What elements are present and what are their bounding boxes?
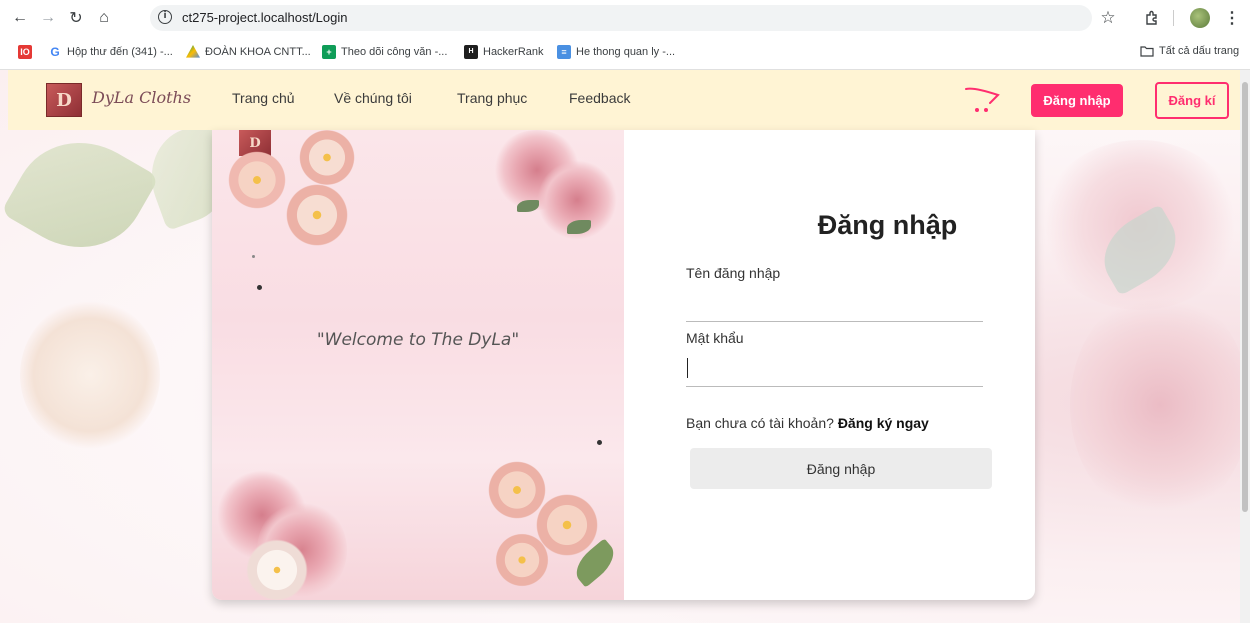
bookmarks-bar: IO G Hộp thư đến (341) -... ĐOÀN KHOA CNT… <box>0 36 1250 70</box>
paint-dot <box>597 440 602 445</box>
bookmark-apps-icon[interactable]: IO <box>18 45 32 59</box>
browser-toolbar: ← → ↻ ⌂ i ct275-project.localhost/Login … <box>0 0 1250 36</box>
signup-link[interactable]: Đăng ký ngay <box>838 415 929 431</box>
google-icon: G <box>48 45 62 59</box>
welcome-panel: D "Welcome to The DyLa" <box>212 130 624 600</box>
site-info-icon[interactable]: i <box>158 10 172 24</box>
nav-link-feedback[interactable]: Feedback <box>569 90 630 106</box>
flower-illustration <box>492 530 552 590</box>
bookmark-drive[interactable]: ĐOÀN KHOA CNTT... <box>186 45 311 59</box>
leaf-illustration <box>517 200 539 212</box>
hackerrank-icon: H <box>464 45 478 59</box>
login-card: D "Welcome to The DyLa" Đăng nhập Tên đă… <box>212 130 1035 600</box>
text-caret <box>687 358 688 378</box>
flower-illustration <box>282 180 352 250</box>
drive-icon <box>186 45 200 58</box>
page-viewport: D DyLa Cloths Trang chủ Về chúng tôi Tra… <box>0 70 1240 623</box>
profile-avatar[interactable] <box>1188 6 1212 30</box>
paint-dot <box>252 255 255 258</box>
welcome-text: "Welcome to The DyLa" <box>316 330 520 350</box>
bookmark-sheets[interactable]: + Theo dõi công văn -... <box>322 45 447 59</box>
brand-script-logo[interactable]: DyLa Cloths <box>92 88 191 107</box>
nav-link-about[interactable]: Về chúng tôi <box>334 90 412 106</box>
nav-link-home[interactable]: Trang chủ <box>232 90 295 106</box>
username-input[interactable] <box>686 288 983 322</box>
site-navbar: D DyLa Cloths Trang chủ Về chúng tôi Tra… <box>8 70 1240 130</box>
back-icon[interactable]: ← <box>8 6 32 30</box>
url-text: ct275-project.localhost/Login <box>182 10 348 25</box>
home-icon[interactable]: ⌂ <box>92 6 116 30</box>
cart-icon[interactable] <box>964 85 1000 115</box>
bookmark-hackerrank[interactable]: H HackerRank <box>464 45 544 59</box>
login-form: Đăng nhập Tên đăng nhập Mật khẩu Bạn chư… <box>624 130 1035 600</box>
address-bar[interactable]: i ct275-project.localhost/Login <box>150 5 1092 31</box>
background-leaf <box>0 117 160 273</box>
scrollbar-thumb[interactable] <box>1242 82 1248 512</box>
background-flower <box>20 300 160 450</box>
password-input[interactable] <box>686 353 983 387</box>
background-flower <box>1070 290 1240 520</box>
login-button[interactable]: Đăng nhập <box>1031 84 1123 117</box>
all-bookmarks[interactable]: Tất cả dấu trang <box>1140 45 1239 57</box>
folder-icon <box>1140 46 1154 57</box>
flower-illustration <box>292 130 362 185</box>
menu-icon[interactable]: ⋮ <box>1224 6 1240 30</box>
signup-prompt: Bạn chưa có tài khoản? Đăng ký ngay <box>686 415 929 431</box>
paint-dot <box>257 285 262 290</box>
submit-login-button[interactable]: Đăng nhập <box>690 448 992 489</box>
flower-illustration <box>222 150 292 210</box>
star-icon[interactable]: ☆ <box>1098 6 1118 30</box>
password-label: Mật khẩu <box>686 330 744 346</box>
forward-icon[interactable]: → <box>36 6 60 30</box>
extensions-icon[interactable] <box>1142 6 1162 30</box>
bookmark-gmail[interactable]: G Hộp thư đến (341) -... <box>48 45 173 59</box>
sheets-icon: + <box>322 45 336 59</box>
register-button[interactable]: Đăng kí <box>1155 82 1229 119</box>
nav-link-clothes[interactable]: Trang phục <box>457 90 527 106</box>
app-icon: ≡ <box>557 45 571 59</box>
bookmark-system[interactable]: ≡ He thong quan ly -... <box>557 45 675 59</box>
flower-illustration <box>242 535 312 600</box>
username-label: Tên đăng nhập <box>686 265 781 281</box>
site-logo[interactable]: D <box>46 83 82 117</box>
login-title: Đăng nhập <box>817 210 958 240</box>
toolbar-divider <box>1168 6 1178 30</box>
reload-icon[interactable]: ↻ <box>64 6 88 30</box>
